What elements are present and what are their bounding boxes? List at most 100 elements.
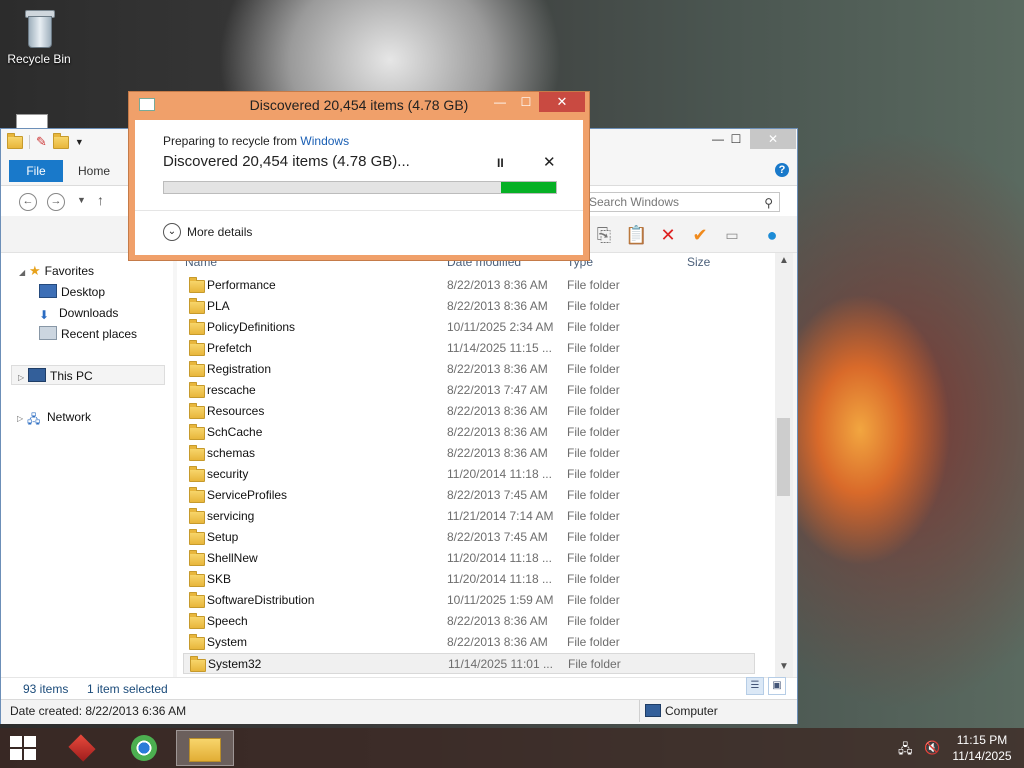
- taskbar-file-explorer-icon[interactable]: [176, 730, 234, 766]
- details-view-icon[interactable]: ☰: [746, 677, 764, 695]
- system-clock[interactable]: 11:15 PM 11/14/2025: [946, 732, 1018, 764]
- table-row[interactable]: ShellNew 11/20/2014 11:18 ... File folder: [183, 548, 755, 569]
- scroll-up-icon[interactable]: ▲: [775, 255, 793, 266]
- table-row[interactable]: SKB 11/20/2014 11:18 ... File folder: [183, 569, 755, 590]
- more-details-button[interactable]: ⌄ More details: [163, 223, 252, 241]
- nav-recent-places[interactable]: Recent places: [39, 324, 137, 344]
- table-row[interactable]: servicing 11/21/2014 7:14 AM File folder: [183, 506, 755, 527]
- chevron-down-icon: ⌄: [163, 223, 181, 241]
- pause-button[interactable]: II: [497, 156, 504, 170]
- dialog-minimize-button[interactable]: —: [487, 92, 513, 112]
- progress-fill: [501, 182, 556, 193]
- paste-icon[interactable]: 📋: [625, 224, 647, 246]
- file-date: 8/22/2013 8:36 AM: [447, 446, 548, 460]
- file-type: File folder: [567, 341, 620, 355]
- customize-toolbar-icon[interactable]: ▼: [75, 137, 84, 147]
- table-row[interactable]: Performance 8/22/2013 8:36 AM File folder: [183, 275, 755, 296]
- nav-desktop-label: Desktop: [61, 285, 106, 299]
- table-row[interactable]: System32 11/14/2025 11:01 ... File folder: [183, 653, 755, 674]
- back-icon[interactable]: ←: [19, 193, 37, 211]
- table-row[interactable]: Resources 8/22/2013 8:36 AM File folder: [183, 401, 755, 422]
- table-row[interactable]: System 8/22/2013 8:36 AM File folder: [183, 632, 755, 653]
- file-name: ServiceProfiles: [207, 488, 288, 502]
- preparing-prefix: Preparing to recycle from: [163, 134, 298, 148]
- table-row[interactable]: SoftwareDistribution 10/11/2025 1:59 AM Fi…: [183, 590, 755, 611]
- network-tray-icon[interactable]: 🖧: [898, 740, 913, 762]
- properties-icon[interactable]: ✎: [36, 134, 47, 150]
- nav-favorites[interactable]: ◢ ★ Favorites: [19, 261, 94, 281]
- table-row[interactable]: rescache 8/22/2013 7:47 AM File folder: [183, 380, 755, 401]
- file-date: 11/20/2014 11:18 ...: [447, 551, 552, 565]
- column-header-size[interactable]: Size: [687, 253, 710, 271]
- table-row[interactable]: Registration 8/22/2013 8:36 AM File folder: [183, 359, 755, 380]
- table-row[interactable]: Prefetch 11/14/2025 11:15 ... File folder: [183, 338, 755, 359]
- search-input[interactable]: Search Windows ⚲: [586, 192, 780, 212]
- file-name: Prefetch: [207, 341, 252, 355]
- file-type: File folder: [567, 467, 620, 481]
- file-date: 8/22/2013 7:47 AM: [447, 383, 548, 397]
- file-name: Resources: [207, 404, 265, 418]
- rename-icon[interactable]: ▭: [721, 224, 743, 246]
- taskbar-browser-icon[interactable]: [118, 730, 170, 766]
- computer-icon: [645, 700, 665, 722]
- forward-icon[interactable]: →: [47, 193, 65, 211]
- folder-icon: [189, 361, 205, 377]
- nav-network[interactable]: ▷ 🖧 Network: [17, 407, 91, 427]
- recycle-bin-shortcut[interactable]: Recycle Bin: [6, 6, 72, 66]
- help-icon[interactable]: ?: [775, 163, 789, 177]
- table-row[interactable]: PLA 8/22/2013 8:36 AM File folder: [183, 296, 755, 317]
- recent-locations-icon[interactable]: ▼: [77, 195, 86, 205]
- scrollbar-thumb[interactable]: [777, 418, 790, 496]
- file-type: File folder: [567, 572, 620, 586]
- table-row[interactable]: schemas 8/22/2013 8:36 AM File folder: [183, 443, 755, 464]
- maximize-button[interactable]: ☐: [719, 129, 753, 149]
- file-name: servicing: [207, 509, 255, 523]
- table-row[interactable]: Speech 8/22/2013 8:36 AM File folder: [183, 611, 755, 632]
- dialog-close-button[interactable]: ✕: [539, 92, 585, 112]
- file-name: SKB: [207, 572, 232, 586]
- cancel-button[interactable]: ✕: [543, 153, 556, 171]
- table-row[interactable]: SchCache 8/22/2013 8:36 AM File folder: [183, 422, 755, 443]
- table-row[interactable]: security 11/20/2014 11:18 ... File folder: [183, 464, 755, 485]
- folder-icon: [189, 277, 205, 293]
- folder-icon: [189, 298, 205, 314]
- close-button[interactable]: ✕: [750, 129, 796, 149]
- taskbar-app-cube-icon[interactable]: [56, 730, 108, 766]
- tab-file[interactable]: File: [9, 160, 63, 182]
- more-details-label: More details: [187, 225, 253, 239]
- volume-muted-icon[interactable]: 🔇: [924, 740, 940, 756]
- folder-icon: [189, 466, 205, 482]
- nav-desktop[interactable]: Desktop: [39, 282, 105, 302]
- recycle-bin-label: Recycle Bin: [7, 52, 71, 66]
- nav-downloads[interactable]: ⬇ Downloads: [39, 303, 118, 323]
- delete-icon[interactable]: ✕: [657, 224, 679, 246]
- dialog-maximize-button[interactable]: ☐: [513, 92, 539, 112]
- globe-icon[interactable]: ●: [761, 224, 783, 246]
- folder-icon[interactable]: [7, 132, 23, 149]
- tab-home[interactable]: Home: [63, 160, 125, 182]
- table-row[interactable]: PolicyDefinitions 10/11/2025 2:34 AM File …: [183, 317, 755, 338]
- nav-this-pc[interactable]: ▷ This PC: [11, 365, 165, 385]
- file-type: File folder: [567, 488, 620, 502]
- file-date: 11/14/2025 11:15 ...: [447, 341, 552, 355]
- file-type: File folder: [567, 362, 620, 376]
- ribbon-tabs: File Home: [9, 160, 125, 182]
- table-row[interactable]: ServiceProfiles 8/22/2013 7:45 AM File fol…: [183, 485, 755, 506]
- copy-icon[interactable]: ⎘: [593, 224, 615, 246]
- check-icon[interactable]: ✔: [689, 224, 711, 246]
- up-icon[interactable]: ↑: [97, 192, 104, 208]
- source-link[interactable]: Windows: [300, 134, 349, 148]
- table-row[interactable]: Setup 8/22/2013 7:45 AM File folder: [183, 527, 755, 548]
- file-type: File folder: [567, 383, 620, 397]
- file-name: PolicyDefinitions: [207, 320, 296, 334]
- vertical-scrollbar[interactable]: ▲ ▼: [775, 253, 793, 677]
- search-placeholder: Search Windows: [589, 195, 680, 209]
- file-type: File folder: [567, 530, 620, 544]
- file-name: PLA: [207, 299, 230, 313]
- new-folder-icon[interactable]: [52, 132, 69, 149]
- computer-icon: [28, 368, 46, 382]
- file-type: File folder: [567, 320, 620, 334]
- scroll-down-icon[interactable]: ▼: [775, 661, 793, 672]
- large-icons-view-icon[interactable]: ▣: [768, 677, 786, 695]
- start-button[interactable]: [10, 736, 38, 760]
